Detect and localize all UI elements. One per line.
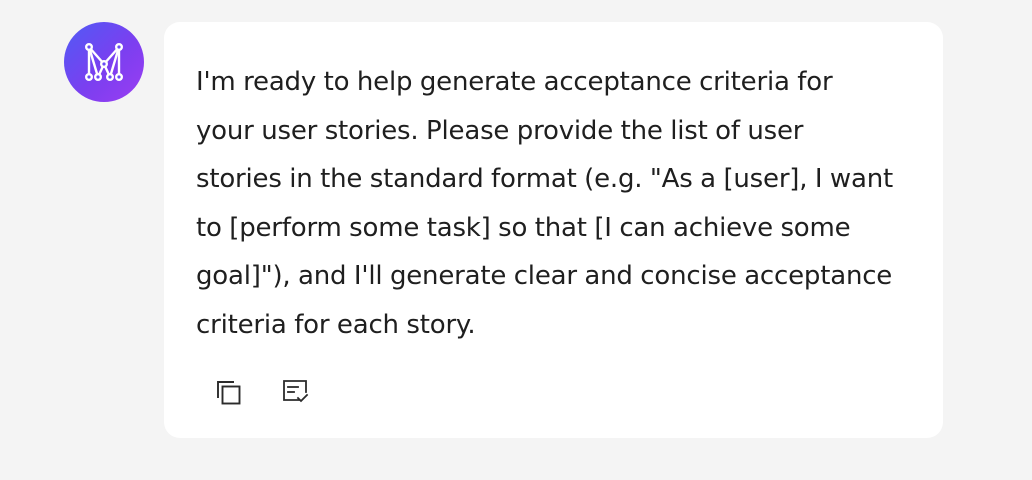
- copy-icon: [217, 381, 241, 405]
- message-actions: [212, 376, 312, 410]
- feedback-button[interactable]: [278, 376, 312, 410]
- logo-m-network-icon: [84, 42, 124, 82]
- assistant-avatar: [64, 22, 144, 102]
- feedback-checklist-icon: [283, 380, 309, 403]
- assistant-message-bubble: I'm ready to help generate acceptance cr…: [164, 22, 943, 438]
- copy-button[interactable]: [212, 376, 246, 410]
- chat-message-row: I'm ready to help generate acceptance cr…: [0, 0, 1032, 480]
- assistant-message-text: I'm ready to help generate acceptance cr…: [196, 67, 893, 340]
